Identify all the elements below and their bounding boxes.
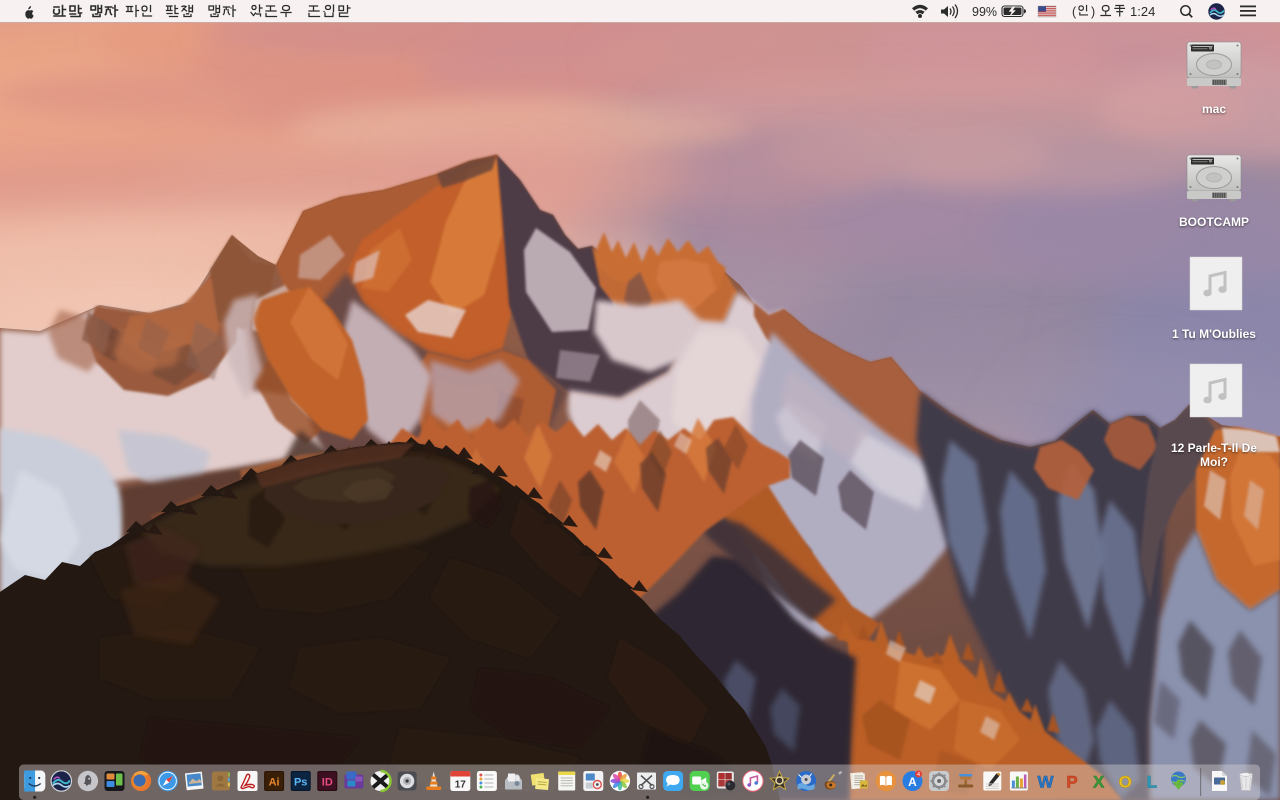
svg-text:Ps: Ps [294, 777, 307, 789]
svg-text:Ai: Ai [269, 777, 280, 789]
svg-text:O: O [1119, 773, 1132, 792]
svg-text:BOOTCAMP: BOOTCAMP [1179, 215, 1249, 229]
svg-text:4: 4 [917, 772, 920, 778]
svg-text:1 Tu M'Oublies: 1 Tu M'Oublies [1172, 327, 1256, 341]
svg-text:17: 17 [455, 780, 467, 791]
svg-text:12 Parle-T-Il De: 12 Parle-T-Il De [1171, 441, 1257, 455]
svg-text:mac: mac [1202, 102, 1226, 116]
svg-text:P: P [1066, 773, 1077, 792]
svg-text:): ) [1091, 5, 1095, 19]
svg-text:L: L [1147, 773, 1157, 792]
svg-text:99%: 99% [972, 5, 997, 19]
svg-text:1:24: 1:24 [1130, 4, 1155, 19]
svg-text:ID: ID [322, 777, 333, 789]
svg-text:X: X [1093, 773, 1105, 792]
svg-text:W: W [1037, 773, 1054, 792]
svg-text:A: A [908, 775, 917, 789]
svg-text:Moi?: Moi? [1200, 455, 1228, 469]
